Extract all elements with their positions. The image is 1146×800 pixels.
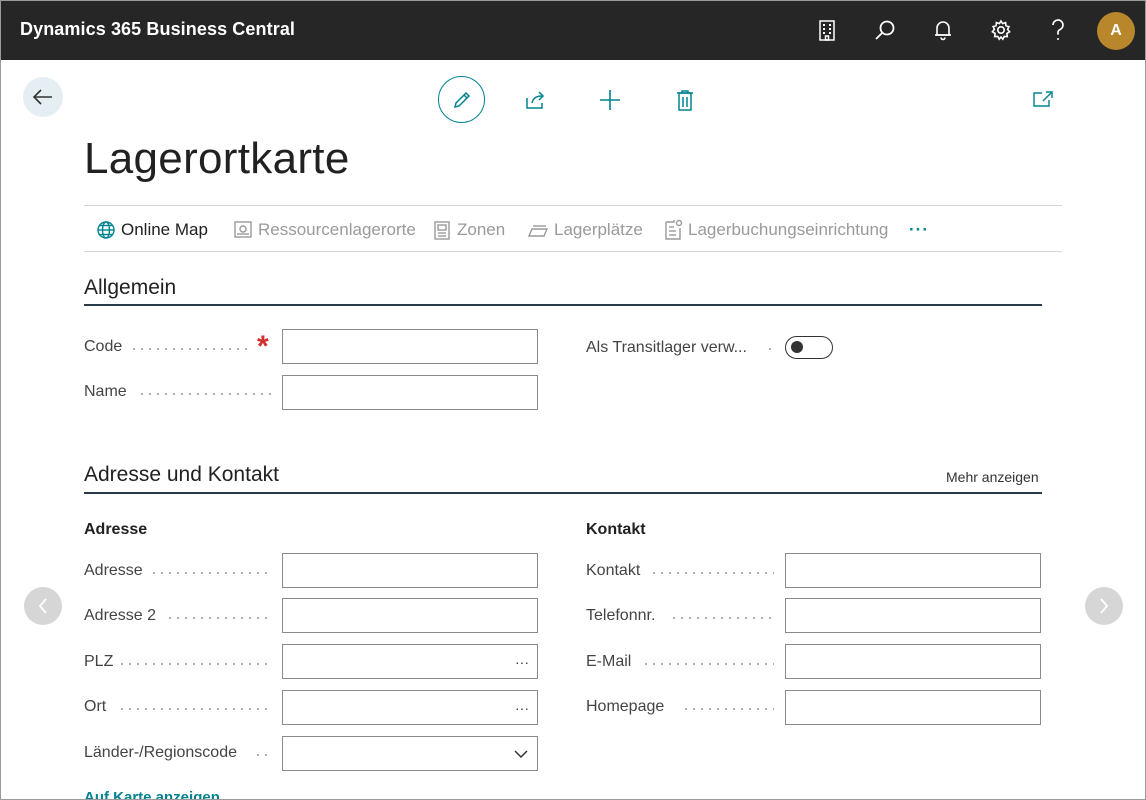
previous-record-button[interactable] — [24, 587, 62, 625]
address-input[interactable] — [282, 553, 538, 588]
field-label-email: E-Mail — [586, 653, 632, 670]
share-button[interactable] — [524, 88, 548, 112]
show-on-map-link[interactable]: Auf Karte anzeigen — [84, 789, 220, 800]
field-label-telefonnr: Telefonnr. — [586, 607, 656, 624]
cmd-online-map[interactable]: Online Map — [96, 206, 208, 253]
required-indicator: * — [257, 330, 269, 363]
section-title-address-contact[interactable]: Adresse und Kontakt — [84, 463, 279, 487]
address-2-input[interactable] — [282, 598, 538, 633]
contact-input[interactable] — [785, 553, 1041, 588]
dot-leader — [166, 617, 272, 619]
dot-leader — [766, 348, 776, 350]
section-divider — [84, 492, 1042, 494]
window-frame — [0, 0, 1146, 800]
show-more-link[interactable]: Mehr anzeigen — [946, 469, 1039, 485]
address-heading: Adresse — [84, 521, 148, 538]
cmd-lagerplaetze[interactable]: Lagerplätze — [527, 206, 643, 253]
email-input[interactable] — [785, 644, 1041, 679]
back-button[interactable] — [23, 77, 63, 117]
arrow-left-icon — [32, 89, 52, 105]
cmd-lagerbuchungseinrichtung[interactable]: Lagerbuchungseinrichtung — [663, 206, 888, 253]
dot-leader — [682, 708, 774, 710]
next-record-button[interactable] — [1085, 587, 1123, 625]
trash-icon — [677, 90, 693, 111]
edit-button[interactable] — [438, 76, 485, 123]
chevron-right-icon — [1100, 598, 1109, 614]
cmd-label: Lagerbuchungseinrichtung — [688, 219, 889, 239]
share-icon — [526, 91, 545, 109]
dot-leader — [670, 617, 774, 619]
more-commands-button[interactable]: ··· — [909, 206, 929, 253]
company-icon[interactable] — [815, 18, 839, 42]
phone-input[interactable] — [785, 598, 1041, 633]
bin-icon — [527, 224, 549, 237]
field-label-transit: Als Transitlager verw... — [586, 339, 747, 356]
new-button[interactable] — [598, 88, 622, 112]
resource-icon — [234, 220, 252, 238]
top-bar: Dynamics 365 Business Central A — [0, 0, 1146, 60]
dot-leader — [650, 572, 774, 574]
dot-leader — [150, 572, 272, 574]
name-input[interactable] — [282, 375, 538, 410]
postcode-input[interactable] — [282, 644, 538, 679]
country-region-select[interactable] — [282, 736, 538, 771]
globe-icon — [97, 220, 115, 239]
delete-button[interactable] — [673, 88, 697, 112]
cmd-label: Ressourcenlagerorte — [258, 219, 416, 239]
cmd-ressourcenlagerorte[interactable]: Ressourcenlagerorte — [233, 206, 416, 253]
chevron-left-icon — [38, 598, 47, 614]
field-label-kontakt: Kontakt — [586, 562, 641, 579]
app-title[interactable]: Dynamics 365 Business Central — [20, 19, 295, 40]
cmd-zonen[interactable]: Zonen — [432, 206, 505, 253]
code-input[interactable] — [282, 329, 538, 364]
dot-leader — [130, 348, 252, 350]
field-label-adresse: Adresse — [84, 562, 143, 579]
city-input[interactable] — [282, 690, 538, 725]
cmd-label: Online Map — [121, 219, 208, 239]
pencil-icon — [453, 91, 470, 108]
open-new-window-button[interactable] — [1031, 88, 1055, 110]
pop-out-icon — [1033, 91, 1053, 107]
dot-leader — [254, 754, 272, 756]
postcode-lookup-button[interactable]: ··· — [510, 645, 534, 678]
bell-icon[interactable] — [931, 18, 955, 42]
command-bar: Online Map Ressourcenlagerorte Zonen Lag… — [84, 205, 1062, 252]
city-lookup-button[interactable]: ··· — [510, 691, 534, 724]
field-label-name: Name — [84, 383, 127, 400]
help-icon[interactable] — [1046, 18, 1070, 42]
dot-leader — [642, 663, 774, 665]
cmd-label: Zonen — [457, 219, 506, 239]
search-icon[interactable] — [873, 18, 897, 42]
field-label-plz: PLZ — [84, 653, 114, 670]
chevron-down-icon[interactable] — [509, 737, 533, 770]
plus-icon — [600, 90, 620, 110]
section-title-allgemein[interactable]: Allgemein — [84, 276, 176, 300]
page-title: Lagerortkarte — [84, 134, 350, 183]
transit-toggle[interactable] — [785, 336, 833, 359]
field-label-homepage: Homepage — [586, 698, 665, 715]
gear-icon[interactable] — [989, 18, 1013, 42]
contact-heading: Kontakt — [586, 521, 646, 538]
field-label-country-region: Länder-/Regionscode — [84, 744, 237, 761]
section-divider — [84, 304, 1042, 306]
field-label-code: Code — [84, 338, 123, 355]
homepage-input[interactable] — [785, 690, 1041, 725]
dot-leader — [118, 708, 272, 710]
user-avatar[interactable]: A — [1097, 12, 1135, 50]
dot-leader — [138, 393, 272, 395]
field-label-ort: Ort — [84, 698, 107, 715]
toggle-knob — [791, 341, 803, 353]
field-label-adresse-2: Adresse 2 — [84, 607, 157, 624]
dot-leader — [118, 663, 272, 665]
zone-icon — [434, 220, 450, 240]
setup-icon — [665, 219, 683, 240]
cmd-label: Lagerplätze — [554, 219, 643, 239]
